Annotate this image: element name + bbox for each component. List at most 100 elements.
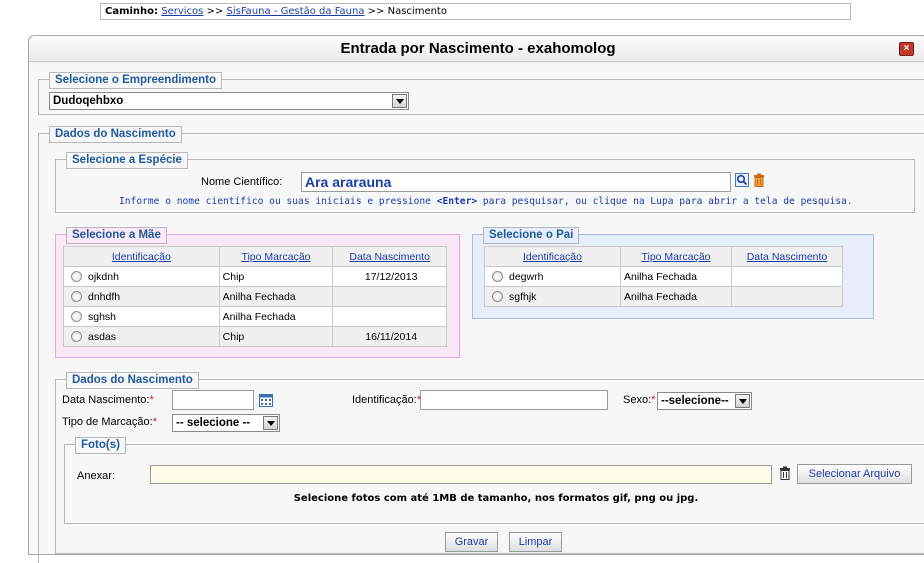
column-header-data-nascimento[interactable]: Data Nascimento — [731, 246, 843, 267]
save-button[interactable]: Gravar — [445, 532, 498, 552]
radio-icon[interactable] — [71, 311, 82, 323]
identificacao-label: Identificação:* — [352, 394, 421, 406]
mae-legend: Selecione a Mãe — [66, 227, 167, 244]
cell-data-nascimento — [332, 286, 447, 307]
breadcrumb: Caminho: Servicos >> SisFauna - Gestão d… — [100, 3, 851, 20]
cell-data-nascimento: 17/12/2013 — [332, 266, 447, 287]
chevron-down-icon[interactable] — [735, 394, 750, 408]
especie-help-text: Informe o nome científico ou suas inicia… — [119, 196, 853, 207]
required-mark: * — [152, 416, 157, 428]
table-row[interactable]: ojkdnh Chip 17/12/2013 — [63, 266, 447, 287]
dialog-titlebar: Entrada por Nascimento - exahomolog × — [29, 36, 924, 62]
cell-data-nascimento: 16/11/2014 — [332, 326, 447, 347]
radio-icon[interactable] — [492, 271, 503, 283]
dados-fieldset: Dados do Nascimento Data Nascimento:* Id… — [55, 372, 924, 554]
breadcrumb-current: Nascimento — [387, 6, 447, 17]
cell-tipo-marcacao: Chip — [218, 266, 334, 287]
cell-identificacao: ojkdnh — [63, 266, 220, 287]
sexo-select[interactable]: --selecione-- — [657, 392, 752, 410]
empreendimento-value: Dudoqehbxo — [53, 95, 124, 107]
cell-data-nascimento — [731, 266, 843, 287]
cell-identificacao: dnhdfh — [63, 286, 220, 307]
dados-legend: Dados do Nascimento — [66, 372, 199, 389]
cell-data-nascimento — [731, 286, 843, 307]
cell-data-nascimento — [332, 306, 447, 327]
table-row[interactable]: sghsh Anilha Fechada — [63, 306, 447, 327]
cell-tipo-marcacao: Chip — [218, 326, 334, 347]
cell-tipo-marcacao: Anilha Fechada — [218, 306, 334, 327]
search-icon[interactable] — [735, 173, 749, 187]
anexar-label: Anexar: — [77, 470, 115, 482]
data-nascimento-input[interactable] — [172, 390, 254, 410]
identificacao-input[interactable] — [420, 390, 608, 410]
close-icon[interactable]: × — [899, 42, 914, 56]
cell-identificacao: sghsh — [63, 306, 220, 327]
required-mark: * — [149, 394, 154, 406]
column-header-tipo-marcacao[interactable]: Tipo Marcação — [620, 246, 732, 267]
cell-tipo-marcacao: Anilha Fechada — [620, 266, 732, 287]
dialog-title: Entrada por Nascimento - exahomolog — [340, 40, 616, 57]
breadcrumb-separator: >> — [206, 6, 224, 17]
table-row[interactable]: degwrh Anilha Fechada — [484, 266, 843, 287]
anexar-file-input[interactable] — [150, 465, 772, 484]
especie-fieldset: Selecione a Espécie Nome Científico: Ara… — [55, 152, 915, 213]
table-header-row: Identificação Tipo Marcação Data Nascime… — [63, 246, 447, 267]
especie-help-part: para pesquisar, ou clique na Lupa para a… — [477, 196, 853, 207]
radio-icon[interactable] — [71, 271, 82, 283]
sexo-label-text: Sexo: — [623, 394, 652, 406]
trash-icon[interactable] — [753, 173, 765, 187]
radio-icon[interactable] — [71, 291, 82, 303]
radio-icon[interactable] — [71, 331, 82, 343]
breadcrumb-link-sisfauna[interactable]: SisFauna - Gestão da Fauna — [227, 6, 365, 17]
data-nascimento-label: Data Nascimento:* — [62, 394, 154, 406]
pai-table: Identificação Tipo Marcação Data Nascime… — [484, 246, 843, 307]
column-header-identificacao[interactable]: Identificação — [484, 246, 621, 267]
cell-identificacao-text: dnhdfh — [88, 290, 121, 303]
column-header-tipo-marcacao[interactable]: Tipo Marcação — [218, 246, 334, 267]
cell-identificacao-text: sgfhjk — [509, 290, 537, 303]
fotos-legend: Foto(s) — [75, 437, 126, 454]
cell-identificacao: sgfhjk — [484, 286, 621, 307]
trash-icon[interactable] — [779, 466, 791, 480]
calendar-icon[interactable] — [259, 393, 273, 407]
radio-icon[interactable] — [492, 291, 503, 303]
tipo-marcacao-select[interactable]: -- selecione -- — [172, 414, 280, 432]
nome-cientifico-label: Nome Científico: — [201, 176, 283, 188]
dialog-window: Entrada por Nascimento - exahomolog × Se… — [28, 35, 924, 563]
cell-identificacao-text: sghsh — [88, 310, 117, 323]
column-header-identificacao[interactable]: Identificação — [63, 246, 220, 267]
empreendimento-fieldset: Selecione o Empreendimento Dudoqehbxo — [38, 72, 924, 115]
sexo-value: --selecione-- — [661, 395, 729, 407]
pai-fieldset: Selecione o Pai Identificação Tipo Marca… — [472, 227, 874, 319]
fotos-note: Selecione fotos com até 1MB de tamanho, … — [293, 493, 699, 504]
chevron-down-icon[interactable] — [392, 94, 407, 108]
nascimento-outer-legend: Dados do Nascimento — [49, 126, 182, 143]
identificacao-label-text: Identificação: — [352, 394, 417, 406]
select-file-button[interactable]: Selecionar Arquivo — [797, 464, 912, 484]
data-nascimento-label-text: Data Nascimento: — [62, 394, 150, 406]
mae-fieldset: Selecione a Mãe Identificação Tipo Marca… — [55, 227, 460, 358]
sexo-label: Sexo:* — [623, 394, 655, 406]
nascimento-outer-fieldset: Dados do Nascimento Selecione a Espécie … — [38, 126, 924, 563]
nome-cientifico-input[interactable]: Ara ararauna — [301, 172, 731, 192]
cell-tipo-marcacao: Anilha Fechada — [218, 286, 334, 307]
cell-tipo-marcacao: Anilha Fechada — [620, 286, 732, 307]
table-row[interactable]: asdas Chip 16/11/2014 — [63, 326, 447, 347]
tipo-marcacao-label-text: Tipo de Marcação: — [62, 416, 153, 428]
enter-key-hint: <Enter> — [436, 196, 478, 207]
clear-button[interactable]: Limpar — [509, 532, 562, 552]
breadcrumb-link-servicos[interactable]: Servicos — [161, 6, 203, 17]
breadcrumb-prefix: Caminho: — [105, 6, 159, 17]
especie-legend: Selecione a Espécie — [66, 152, 188, 169]
column-header-data-nascimento[interactable]: Data Nascimento — [332, 246, 447, 267]
table-row[interactable]: sgfhjk Anilha Fechada — [484, 286, 843, 307]
breadcrumb-separator: >> — [367, 6, 385, 17]
table-row[interactable]: dnhdfh Anilha Fechada — [63, 286, 447, 307]
tipo-marcacao-label: Tipo de Marcação:* — [62, 416, 157, 428]
chevron-down-icon[interactable] — [263, 416, 278, 430]
cell-identificacao-text: asdas — [88, 330, 117, 343]
tipo-marcacao-value: -- selecione -- — [176, 417, 251, 429]
empreendimento-select[interactable]: Dudoqehbxo — [49, 92, 409, 110]
pai-legend: Selecione o Pai — [483, 227, 580, 244]
empreendimento-legend: Selecione o Empreendimento — [49, 72, 223, 89]
